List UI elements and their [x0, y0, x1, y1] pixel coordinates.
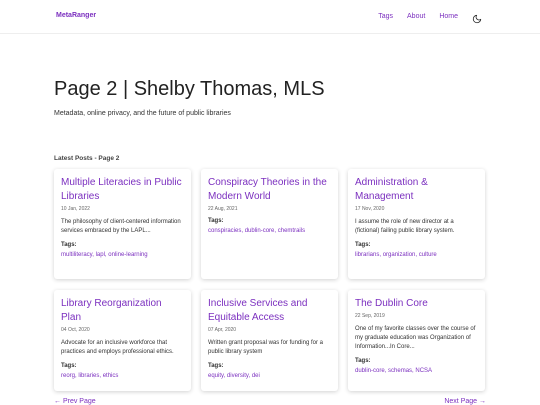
- next-page-link[interactable]: Next Page →: [444, 398, 486, 405]
- post-title-link[interactable]: Conspiracy Theories in the Modern World: [208, 176, 331, 204]
- tag-link[interactable]: schemas: [388, 368, 412, 374]
- post-summary: Advocate for an inclusive workforce that…: [61, 340, 174, 355]
- tag-link[interactable]: ethics: [103, 373, 119, 379]
- post-date: 22 Sep, 2019: [355, 313, 385, 319]
- tag-list: multiliteracy, lapl, online-learning: [61, 252, 148, 258]
- tags-label: Tags:: [208, 363, 224, 369]
- tag-list: conspiracies, dublin-core, chemtrails: [208, 228, 306, 234]
- tag-list: librarians, organization, culture: [355, 252, 437, 258]
- post-date: 10 Jan, 2022: [61, 206, 90, 212]
- tags-label: Tags:: [355, 358, 371, 364]
- tag-link[interactable]: libraries: [78, 373, 99, 379]
- tag-link[interactable]: conspiracies: [208, 228, 241, 234]
- nav-tags-link[interactable]: Tags: [378, 13, 393, 20]
- tag-list: equity, diversity, dei: [208, 373, 260, 379]
- post-card: Multiple Literacies in Public Libraries …: [54, 169, 191, 279]
- post-card: The Dublin Core 22 Sep, 2019 One of my f…: [348, 290, 485, 391]
- tags-label: Tags:: [355, 242, 371, 248]
- tag-link[interactable]: lapl: [96, 252, 105, 258]
- nav-about-link[interactable]: About: [407, 13, 425, 20]
- nav-home-link[interactable]: Home: [439, 13, 458, 20]
- tag-link[interactable]: chemtrails: [278, 228, 305, 234]
- post-title-link[interactable]: Administration & Management: [355, 176, 478, 204]
- tag-link[interactable]: dublin-core: [245, 228, 275, 234]
- page-title: Page 2 | Shelby Thomas, MLS: [54, 78, 325, 100]
- post-card: Inclusive Services and Equitable Access …: [201, 290, 338, 391]
- moon-icon[interactable]: [472, 11, 482, 24]
- post-summary: The philosophy of client-centered inform…: [61, 219, 181, 234]
- main-nav: Tags About Home: [364, 11, 482, 24]
- post-summary: One of my favorite classes over the cour…: [355, 326, 476, 350]
- post-summary: Written grant proposal was for funding f…: [208, 340, 323, 355]
- tag-link[interactable]: dei: [252, 373, 260, 379]
- top-navbar: MetaRanger Tags About Home: [0, 0, 540, 34]
- tag-link[interactable]: NCSA: [415, 368, 432, 374]
- post-summary: I assume the role of new director at a (…: [355, 219, 455, 234]
- tag-list: reorg, libraries, ethics: [61, 373, 119, 379]
- tag-link[interactable]: online-learning: [108, 252, 147, 258]
- tag-link[interactable]: culture: [419, 252, 437, 258]
- page-subtitle: Metadata, online privacy, and the future…: [54, 110, 231, 117]
- post-card: Administration & Management 17 Nov, 2020…: [348, 169, 485, 279]
- post-date: 22 Aug, 2021: [208, 206, 238, 212]
- post-title-link[interactable]: The Dublin Core: [355, 297, 478, 311]
- tag-link[interactable]: dublin-core: [355, 368, 385, 374]
- section-label: Latest Posts - Page 2: [54, 155, 120, 162]
- tag-link[interactable]: equity: [208, 373, 224, 379]
- post-card: Conspiracy Theories in the Modern World …: [201, 169, 338, 279]
- post-date: 07 Apr, 2020: [208, 327, 237, 333]
- post-date: 04 Oct, 2020: [61, 327, 90, 333]
- post-title-link[interactable]: Library Reorganization Plan: [61, 297, 184, 325]
- tag-list: dublin-core, schemas, NCSA: [355, 368, 433, 374]
- post-date: 17 Nov, 2020: [355, 206, 385, 212]
- tag-link[interactable]: diversity: [227, 373, 249, 379]
- brand-name: MetaRanger: [56, 12, 97, 19]
- post-title-link[interactable]: Multiple Literacies in Public Libraries: [61, 176, 184, 204]
- post-title-link[interactable]: Inclusive Services and Equitable Access: [208, 297, 331, 325]
- tag-link[interactable]: reorg: [61, 373, 75, 379]
- post-card: Library Reorganization Plan 04 Oct, 2020…: [54, 290, 191, 391]
- brand-link[interactable]: MetaRanger: [54, 12, 96, 19]
- prev-page-link[interactable]: ← Prev Page: [54, 398, 96, 405]
- tag-link[interactable]: multiliteracy: [61, 252, 92, 258]
- tag-link[interactable]: librarians: [355, 252, 379, 258]
- tags-label: Tags:: [61, 363, 77, 369]
- tag-link[interactable]: organization: [383, 252, 416, 258]
- tags-label: Tags:: [208, 218, 224, 224]
- tags-label: Tags:: [61, 242, 77, 248]
